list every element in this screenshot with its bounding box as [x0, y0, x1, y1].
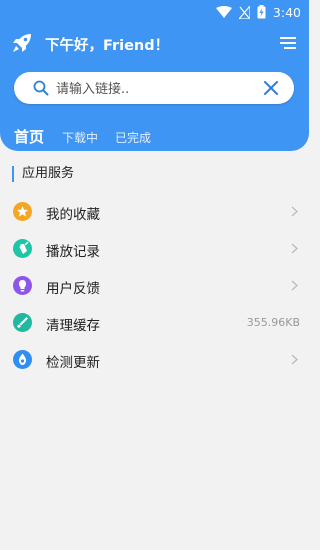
- clean-icon: [13, 313, 32, 332]
- tab-bar: 首页 下载中 已完成: [14, 123, 168, 147]
- status-time: 3:40: [272, 4, 301, 20]
- list-item-play-history[interactable]: 播放记录: [0, 230, 309, 267]
- battery-charging-icon: [257, 5, 266, 19]
- history-icon: [13, 239, 32, 258]
- chevron-right-icon: [291, 354, 298, 365]
- list-item-clear-cache[interactable]: 清理缓存 355.96KB: [0, 304, 309, 341]
- service-list: 我的收藏 播放记录 用户反馈 清理缓存 355.96KB 检测更新: [0, 193, 309, 378]
- list-item-label: 我的收藏: [46, 207, 100, 223]
- menu-icon[interactable]: [279, 34, 297, 52]
- section-title: 应用服务: [12, 166, 74, 182]
- wifi-icon: [215, 6, 232, 18]
- star-icon: [13, 202, 32, 221]
- update-icon: [13, 350, 32, 369]
- search-input[interactable]: [54, 77, 258, 101]
- search-bar: [14, 72, 294, 104]
- list-item-favorites[interactable]: 我的收藏: [0, 193, 309, 230]
- rocket-icon: [13, 34, 31, 52]
- tab-completed[interactable]: 已完成: [115, 129, 151, 147]
- cache-size-value: 355.96KB: [246, 316, 300, 329]
- list-item-label: 播放记录: [46, 244, 100, 260]
- greeting-title: 下午好，Friend！: [45, 38, 170, 54]
- list-item-label: 清理缓存: [46, 318, 100, 334]
- status-icons: 3:40: [215, 3, 301, 21]
- search-icon: [33, 80, 49, 96]
- tab-downloading[interactable]: 下载中: [62, 129, 98, 147]
- feedback-icon: [13, 276, 32, 295]
- list-item-label: 用户反馈: [46, 281, 100, 297]
- chevron-right-icon: [291, 280, 298, 291]
- header: 下午好，Friend！ 首页 下载中 已完成: [0, 24, 309, 151]
- list-item-feedback[interactable]: 用户反馈: [0, 267, 309, 304]
- no-signal-icon: [238, 5, 250, 19]
- close-icon[interactable]: [264, 81, 278, 95]
- list-item-label: 检测更新: [46, 355, 100, 371]
- list-item-check-update[interactable]: 检测更新: [0, 341, 309, 378]
- tab-home[interactable]: 首页: [14, 126, 44, 147]
- chevron-right-icon: [291, 206, 298, 217]
- status-bar: 3:40: [0, 0, 309, 24]
- chevron-right-icon: [291, 243, 298, 254]
